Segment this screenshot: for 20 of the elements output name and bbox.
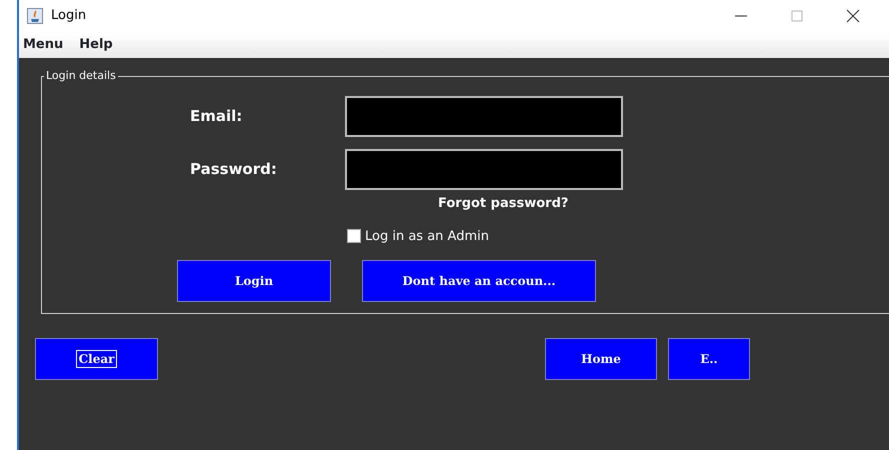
input-field[interactable] bbox=[345, 96, 623, 137]
minimize-icon bbox=[734, 14, 748, 17]
maximize-icon bbox=[790, 8, 804, 23]
input-field[interactable] bbox=[345, 149, 623, 190]
field-label: Email: bbox=[189, 106, 244, 128]
push-button[interactable]: Login bbox=[177, 260, 331, 302]
app-icon bbox=[27, 8, 43, 24]
panel-legend: Login details bbox=[44, 68, 118, 84]
close-icon bbox=[846, 8, 860, 23]
field-label: Password: bbox=[189, 159, 278, 180]
push-button[interactable]: Dont have an accoun... bbox=[362, 260, 596, 302]
menu-item[interactable]: Help bbox=[79, 35, 113, 55]
checkbox[interactable] bbox=[347, 229, 361, 244]
checkbox-label: Log in as an Admin bbox=[365, 228, 489, 246]
push-button[interactable]: Clear bbox=[35, 338, 158, 380]
forgot-password-link[interactable]: Forgot password? bbox=[438, 194, 568, 214]
menu-item[interactable]: Menu bbox=[23, 35, 64, 55]
push-button[interactable]: E.. bbox=[668, 338, 750, 380]
window-title: Login bbox=[51, 7, 86, 26]
push-button[interactable]: Home bbox=[545, 338, 657, 380]
